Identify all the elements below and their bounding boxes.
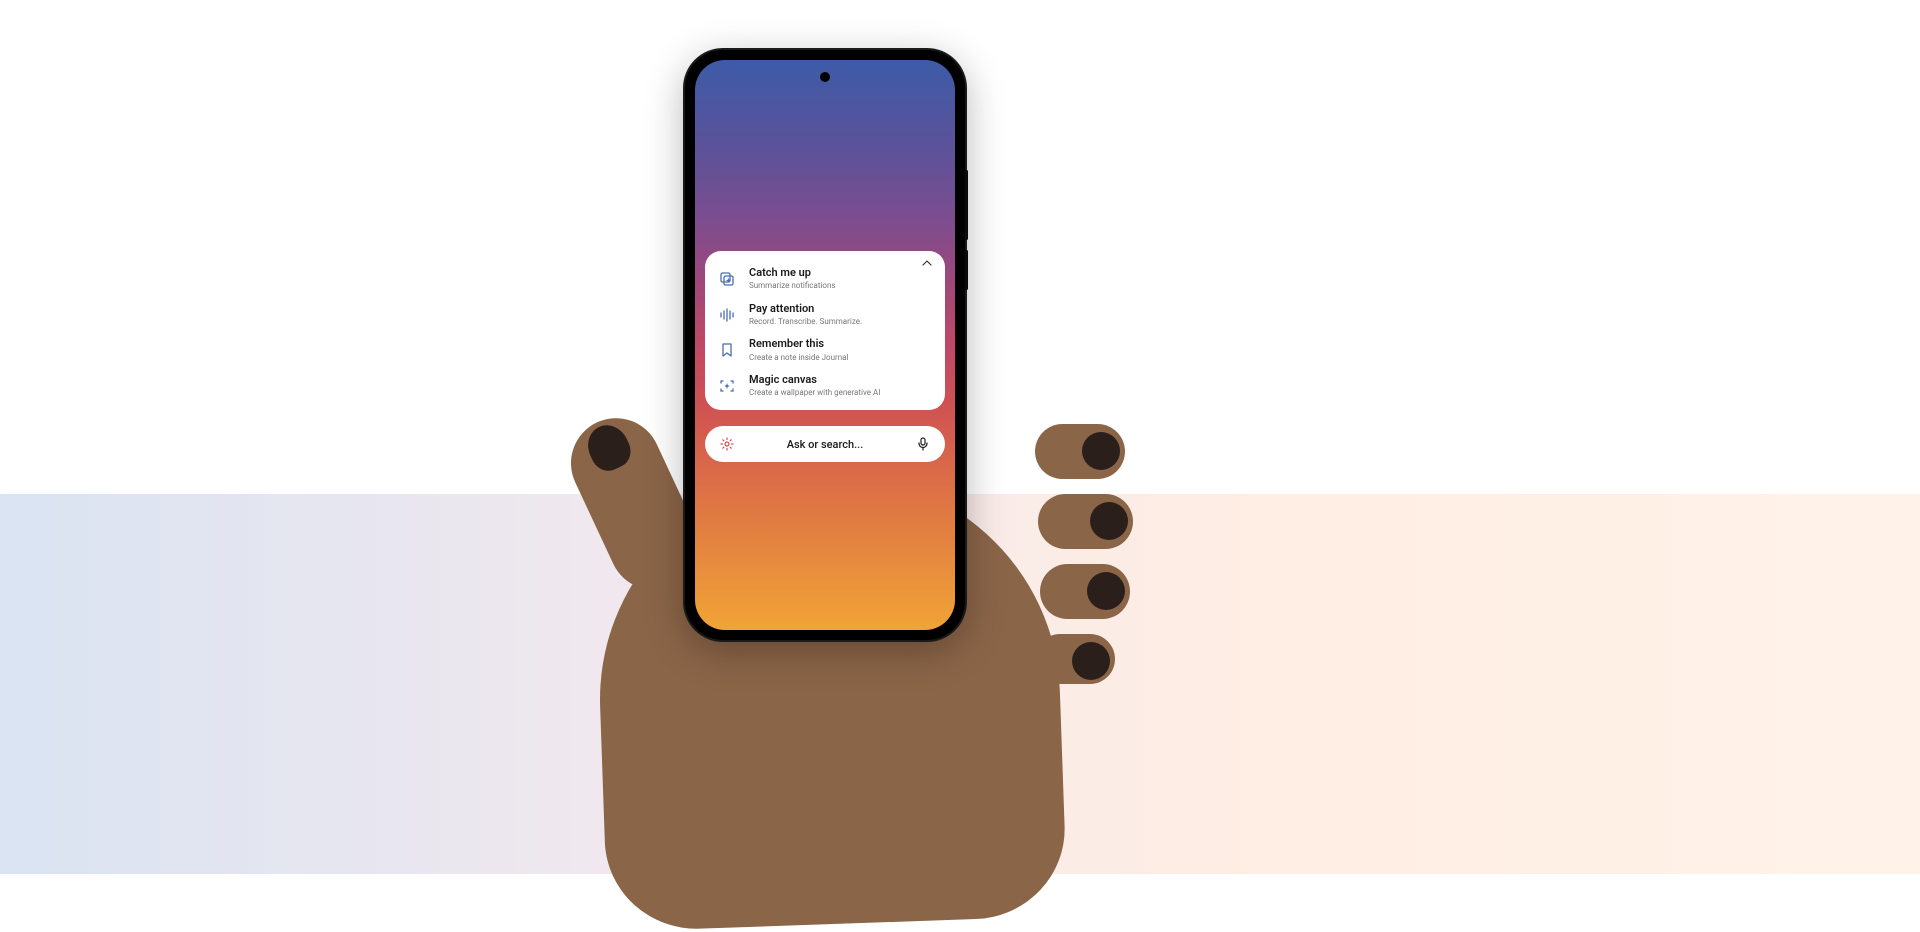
- action-panel: Catch me up Summarize notifications: [705, 251, 945, 410]
- phone-frame: Catch me up Summarize notifications: [685, 50, 965, 640]
- action-subtitle: Create a note inside Journal: [749, 353, 931, 363]
- action-subtitle: Summarize notifications: [749, 281, 931, 291]
- action-catch-me-up[interactable]: Catch me up Summarize notifications: [705, 261, 945, 297]
- action-magic-canvas[interactable]: Magic canvas Create a wallpaper with gen…: [705, 368, 945, 404]
- chevron-up-icon: [922, 260, 932, 266]
- action-remember-this[interactable]: Remember this Create a note inside Journ…: [705, 332, 945, 368]
- action-subtitle: Record. Transcribe. Summarize.: [749, 317, 931, 327]
- camera-notch: [820, 72, 830, 82]
- collapse-button[interactable]: [919, 255, 935, 271]
- mic-icon[interactable]: [915, 436, 931, 452]
- search-placeholder: Ask or search...: [735, 438, 915, 451]
- phone-screen: Catch me up Summarize notifications: [695, 60, 955, 630]
- bookmark-icon: [717, 340, 737, 360]
- action-title: Pay attention: [749, 302, 931, 316]
- action-pay-attention[interactable]: Pay attention Record. Transcribe. Summar…: [705, 297, 945, 333]
- action-title: Catch me up: [749, 266, 931, 280]
- search-bar[interactable]: Ask or search...: [705, 426, 945, 462]
- action-title: Magic canvas: [749, 373, 931, 387]
- settings-icon[interactable]: [719, 436, 735, 452]
- waveform-icon: [717, 305, 737, 325]
- action-subtitle: Create a wallpaper with generative AI: [749, 388, 931, 398]
- sparkle-frame-icon: [717, 376, 737, 396]
- action-title: Remember this: [749, 337, 931, 351]
- cards-icon: [717, 269, 737, 289]
